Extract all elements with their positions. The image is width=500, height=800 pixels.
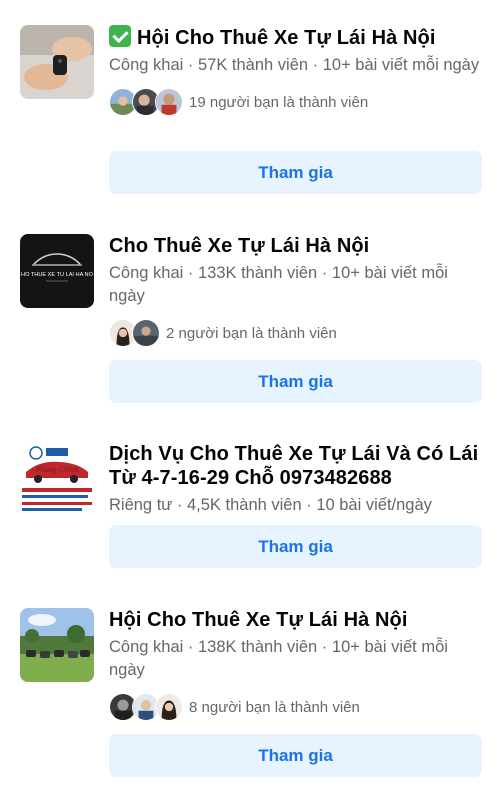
group-title[interactable]: Hội Cho Thuê Xe Tự Lái Hà Nội xyxy=(109,25,482,50)
avatar xyxy=(132,319,160,347)
group-meta: Công khai · 133K thành viên · 10+ bài vi… xyxy=(109,264,448,305)
key-handover-image xyxy=(20,25,94,99)
group-thumbnail[interactable]: HO THUE XE TU LAI HA NO xyxy=(20,234,94,308)
friend-avatars xyxy=(109,319,160,347)
group-thumbnail[interactable] xyxy=(20,25,94,99)
group-meta: Riêng tư · 4,5K thành viên · 10 bài viết… xyxy=(109,496,432,514)
friend-members-row: 2 người bạn là thành viên xyxy=(109,318,482,348)
avatar xyxy=(155,693,183,721)
group-thumbnail[interactable] xyxy=(20,608,94,682)
thumbnail-caption: HO THUE XE TU LAI HA NO xyxy=(21,272,94,278)
group-title[interactable]: Cho Thuê Xe Tự Lái Hà Nội xyxy=(109,234,482,258)
check-box-icon xyxy=(109,25,131,47)
group-title[interactable]: Dịch Vụ Cho Thuê Xe Tự Lái Và Có Lái Từ … xyxy=(109,442,482,490)
group-info: Dịch Vụ Cho Thuê Xe Tự Lái Và Có Lái Từ … xyxy=(109,442,482,517)
friend-avatars xyxy=(109,88,183,116)
friend-members-row: 8 người bạn là thành viên xyxy=(109,692,482,722)
group-title[interactable]: Hội Cho Thuê Xe Tự Lái Hà Nội xyxy=(109,608,482,632)
cars-on-lawn-image xyxy=(20,608,94,682)
friend-avatars xyxy=(109,693,183,721)
thumbnail-caption: Phong Chinh xyxy=(35,465,78,474)
car-logo-image: HO THUE XE TU LAI HA NO xyxy=(20,234,94,308)
avatar xyxy=(155,88,183,116)
group-thumbnail[interactable]: Phong Chinh xyxy=(20,442,94,516)
group-meta: Công khai · 138K thành viên · 10+ bài vi… xyxy=(109,638,448,679)
friend-members-row: 19 người bạn là thành viên xyxy=(109,87,482,117)
group-meta: Công khai · 57K thành viên · 10+ bài viế… xyxy=(109,56,480,74)
group-info: Hội Cho Thuê Xe Tự Lái Hà Nội Công khai … xyxy=(109,25,482,117)
join-group-button[interactable]: Tham gia xyxy=(109,151,482,194)
group-info: Hội Cho Thuê Xe Tự Lái Hà Nội Công khai … xyxy=(109,608,482,722)
rental-banner-image: Phong Chinh xyxy=(20,442,94,516)
join-group-button[interactable]: Tham gia xyxy=(109,734,482,777)
group-info: Cho Thuê Xe Tự Lái Hà Nội Công khai · 13… xyxy=(109,234,482,348)
join-group-button[interactable]: Tham gia xyxy=(109,525,482,568)
friends-count-text: 2 người bạn là thành viên xyxy=(166,324,337,342)
join-group-button[interactable]: Tham gia xyxy=(109,360,482,403)
friends-count-text: 19 người bạn là thành viên xyxy=(189,93,369,111)
group-suggestion-list: Hội Cho Thuê Xe Tự Lái Hà Nội Công khai … xyxy=(0,0,500,800)
friends-count-text: 8 người bạn là thành viên xyxy=(189,698,360,716)
